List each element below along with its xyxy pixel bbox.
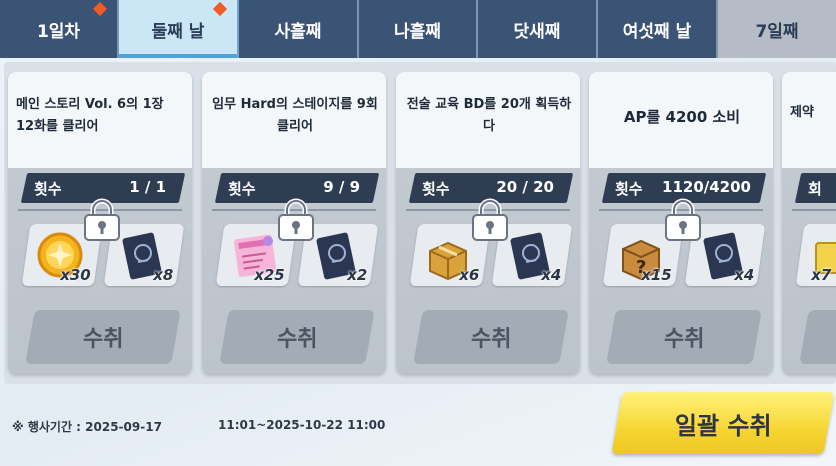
tab-label: 여섯째 날 [622,21,692,42]
reward-slot[interactable]: x7 [795,224,836,286]
tab-label: 둘째 날 [151,21,205,42]
tab-day-1[interactable]: 1일차 [0,0,119,58]
day-tabs: 1일차 둘째 날 사흘째 나흘째 닷새째 여섯째 날 7일째 [0,0,836,58]
tab-label: 사흘째 [274,21,322,42]
claim-label: 수취 [82,327,124,352]
mission-card: 전술 교육 BD를 20개 획득하다 횟수 20 / 20 x6 x4 수취 [396,72,580,374]
mission-card: 메인 스토리 Vol. 6의 1장 12화를 클리어 횟수 1 / 1 x30 … [8,72,192,374]
count-label: 횟수 [615,180,643,198]
count-value: 20 / 20 [496,178,554,196]
tab-day-2[interactable]: 둘째 날 [119,0,239,58]
mission-list[interactable]: 메인 스토리 Vol. 6의 1장 12화를 클리어 횟수 1 / 1 x30 … [4,62,836,384]
claim-button[interactable]: 수취 [25,310,181,364]
notification-badge-icon [92,1,108,17]
tab-label: 나흘째 [394,21,441,42]
reward-quantity: x30 [60,266,92,284]
mission-title: AP를 4200 소비 [623,108,741,126]
mission-title: 임무 Hard의 스테이지를 9회 클리어 [212,97,378,134]
reward-quantity: x8 [153,266,174,284]
mission-card-partial: 제약 회 x7 [782,72,836,374]
tab-label: 닷새째 [513,21,561,42]
reward-quantity: x4 [734,266,755,284]
count-value: 1 / 1 [129,178,166,196]
count-value: 1120/4200 [662,178,751,196]
claim-button[interactable]: 수취 [219,310,375,364]
mission-title: 메인 스토리 Vol. 6의 1장 12화를 클리어 [16,97,164,134]
tab-day-7[interactable]: 7일째 [718,0,836,58]
mission-title: 제약 [790,105,814,120]
count-label: 횟수 [422,180,450,198]
reward-quantity: x15 [641,266,673,284]
active-tab-indicator [119,54,237,58]
bulk-claim-label: 일괄 수취 [674,411,772,440]
tab-label: 1일차 [36,21,81,42]
lock-icon [84,198,120,241]
tab-day-6[interactable]: 여섯째 날 [598,0,718,58]
claim-label: 수취 [276,327,318,352]
divider [792,209,836,211]
claim-button[interactable]: 수취 [606,310,762,364]
tab-day-5[interactable]: 닷새째 [478,0,598,58]
lock-icon [278,198,314,241]
mission-title: 전술 교육 BD를 20개 획득하다 [406,97,572,134]
tab-day-3[interactable]: 사흘째 [239,0,359,58]
claim-button[interactable]: 수취 [413,310,569,364]
count-label: 횟수 [228,180,256,198]
reward-quantity: x7 [811,266,832,284]
lock-icon [472,198,508,241]
claim-label: 수취 [663,327,705,352]
event-period-end: 11:01~2025-10-22 11:00 [218,418,386,432]
tab-day-4[interactable]: 나흘째 [359,0,478,58]
notification-badge-icon [212,1,228,17]
claim-button[interactable] [799,310,836,364]
count-label: 횟수 [34,180,62,198]
reward-quantity: x6 [459,266,480,284]
reward-quantity: x4 [541,266,562,284]
mission-card: AP를 4200 소비 횟수 1120/4200 ? x15 x4 수취 [589,72,773,374]
event-period-start: ※ 행사기간 : 2025-09-17 [12,420,162,434]
bulk-claim-button[interactable]: 일괄 수취 [611,392,835,454]
reward-quantity: x25 [254,266,286,284]
lock-icon [665,198,701,241]
tab-label: 7일째 [755,21,799,42]
count-value: 9 / 9 [323,178,360,196]
claim-label: 수취 [470,327,512,352]
reward-quantity: x2 [347,266,368,284]
count-label: 회 [808,180,822,198]
mission-card: 임무 Hard의 스테이지를 9회 클리어 횟수 9 / 9 x25 x2 수취 [202,72,386,374]
